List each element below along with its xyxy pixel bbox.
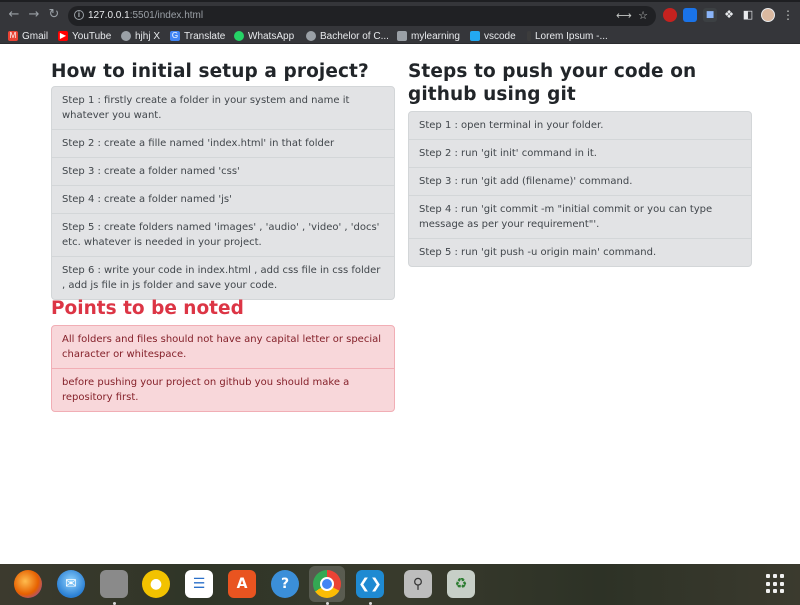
bookmark-label: Lorem Ipsum -...: [535, 30, 608, 42]
list-item: All folders and files should not have an…: [52, 326, 394, 369]
web-page: How to initial setup a project? Step 1 :…: [0, 44, 800, 564]
share-icon[interactable]: ⟷: [616, 9, 632, 23]
list-item: Step 1 : firstly create a folder in your…: [52, 87, 394, 130]
extensions-puzzle-icon[interactable]: ❖: [722, 8, 736, 22]
vscode-icon: [470, 31, 480, 41]
forward-arrow-icon[interactable]: →: [26, 7, 42, 23]
setup-heading: How to initial setup a project?: [51, 61, 369, 82]
git-steps-list: Step 1 : open terminal in your folder. S…: [408, 111, 752, 267]
notes-list: All folders and files should not have an…: [51, 325, 395, 412]
list-item: Step 3 : create a folder named 'css': [52, 158, 394, 186]
translate-icon: G: [170, 31, 180, 41]
screenshot-icon[interactable]: ⚲: [404, 570, 432, 598]
bookmark-label: Bachelor of C...: [320, 30, 389, 42]
profile-avatar[interactable]: [761, 8, 775, 22]
list-item: Step 6 : write your code in index.html ,…: [62, 265, 381, 291]
bookmark-translate[interactable]: G Translate: [170, 29, 225, 43]
reload-icon[interactable]: ↻: [46, 7, 62, 23]
list-item: Step 3 : run 'git add (filename)' comman…: [409, 168, 751, 196]
extension-red-icon[interactable]: [663, 8, 677, 22]
bookmark-label: YouTube: [72, 30, 112, 42]
list-item: Step 4 : create a folder named 'js': [52, 186, 394, 214]
side-panel-icon[interactable]: ◧: [741, 8, 755, 22]
extension-icon[interactable]: ■: [703, 8, 717, 22]
list-item: Step 2 : run 'git init' command in it.: [409, 140, 751, 168]
bookmark-star-icon[interactable]: ☆: [636, 9, 650, 23]
url-host: 127.0.0.1: [88, 10, 130, 21]
vscode-icon[interactable]: ❮❯: [356, 570, 384, 598]
bookmark-gmail[interactable]: M Gmail: [8, 29, 48, 43]
site-info-icon[interactable]: i: [74, 10, 84, 20]
libreoffice-writer-icon[interactable]: ☰: [185, 570, 213, 598]
firefox-icon[interactable]: [14, 570, 42, 598]
list-item: before pushing your project on github yo…: [62, 377, 350, 403]
list-item: Step 2 : create a fille named 'index.htm…: [52, 130, 394, 158]
back-arrow-icon[interactable]: ←: [6, 7, 22, 23]
rhythmbox-icon[interactable]: ●: [142, 570, 170, 598]
files-icon[interactable]: [100, 570, 128, 598]
bookmark-youtube[interactable]: ▶ YouTube: [58, 29, 111, 43]
list-item: Step 5 : run 'git push -u origin main' c…: [419, 247, 657, 258]
youtube-icon: ▶: [58, 31, 68, 41]
bookmark-label: hjhj X: [135, 30, 161, 42]
address-bar[interactable]: i 127.0.0.1:5501/index.html ⟷ ☆: [68, 6, 656, 26]
thunderbird-icon[interactable]: ✉: [57, 570, 85, 598]
extension-blue-icon[interactable]: [683, 8, 697, 22]
bookmark-whatsapp[interactable]: WhatsApp: [234, 29, 294, 43]
bookmark-hjhj[interactable]: hjhj X: [121, 29, 160, 43]
globe-icon: [306, 31, 316, 41]
url-text[interactable]: 127.0.0.1:5501/index.html: [88, 9, 203, 23]
bookmark-bachelor[interactable]: Bachelor of C...: [306, 29, 389, 43]
bookmark-lorem[interactable]: Lorem Ipsum -...: [527, 29, 608, 43]
bookmark-label: mylearning: [411, 30, 460, 42]
bookmark-label: Translate: [184, 30, 226, 42]
list-item: Step 4 : run 'git commit -m "initial com…: [409, 196, 751, 239]
software-center-icon[interactable]: A: [228, 570, 256, 598]
show-apps-grid-icon[interactable]: [766, 574, 786, 594]
taskbar: ✉ ● ☰ A ? ❮❯ ⚲ ♻: [0, 564, 800, 605]
git-heading: Steps to push your code on github using …: [408, 61, 697, 105]
whatsapp-icon: [234, 31, 244, 41]
globe-icon: [121, 31, 131, 41]
notes-heading: Points to be noted: [51, 298, 244, 319]
list-item: Step 1 : open terminal in your folder.: [409, 112, 751, 140]
bookmark-label: vscode: [484, 30, 516, 42]
trash-icon[interactable]: ♻: [447, 570, 475, 598]
list-item: Step 5 : create folders named 'images' ,…: [52, 214, 394, 257]
gmail-icon: M: [8, 31, 18, 41]
page-icon: [527, 31, 531, 41]
help-icon[interactable]: ?: [271, 570, 299, 598]
url-path: :5501/index.html: [129, 10, 204, 21]
bookmark-label: Gmail: [22, 30, 49, 42]
menu-kebab-icon[interactable]: ⋮: [782, 7, 794, 23]
bookmark-vscode[interactable]: vscode: [470, 29, 516, 43]
bookmark-folder-mylearning[interactable]: mylearning: [397, 29, 460, 43]
chrome-icon[interactable]: [313, 570, 341, 598]
bookmark-label: WhatsApp: [248, 30, 295, 42]
setup-steps-list: Step 1 : firstly create a folder in your…: [51, 86, 395, 300]
bookmarks-bar: M Gmail ▶ YouTube hjhj X G Translate Wha…: [0, 28, 800, 44]
folder-icon: [397, 31, 407, 41]
browser-toolbar: ← → ↻ i 127.0.0.1:5501/index.html ⟷ ☆ ■ …: [0, 0, 800, 28]
